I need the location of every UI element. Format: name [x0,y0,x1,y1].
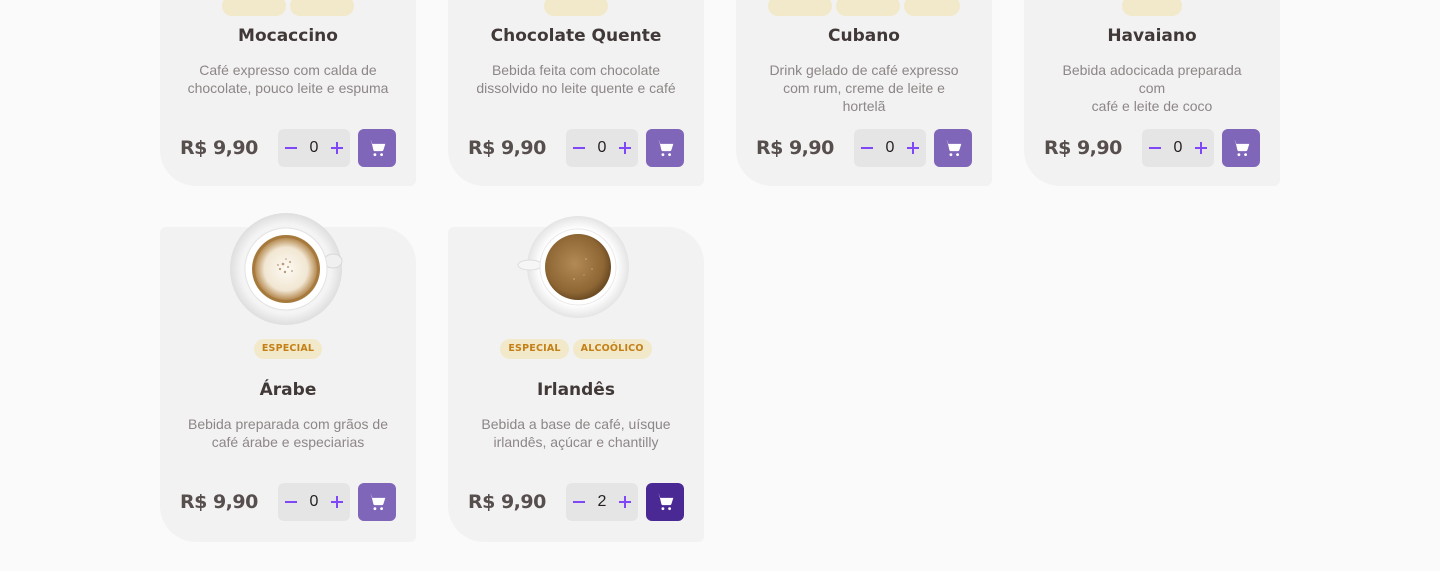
cart-icon [1232,140,1250,157]
product-price: R$ 9,90 [180,137,258,159]
product-description: Bebida adocicada preparada com café e lei… [1062,62,1242,114]
product-card-havaiano: Havaiano Bebida adocicada preparada com c… [1024,0,1280,186]
product-name: Chocolate Quente [490,26,662,46]
product-tag [222,0,286,16]
quantity-value: 0 [597,139,607,156]
product-description: Café expresso com calda de chocolate, pou… [187,62,389,96]
plus-icon[interactable] [618,495,632,509]
product-tag: ALCOÓLICO [572,339,652,359]
product-name: Árabe [259,380,317,400]
product-card-arabe: ESPECIAL Árabe Bebida preparada com grão… [160,213,416,542]
minus-icon[interactable] [860,141,874,155]
quantity-value: 0 [885,139,895,156]
product-tag: ESPECIAL [500,339,569,359]
product-tags [448,0,704,16]
quantity-stepper: 0 [566,129,638,167]
product-description: Bebida feita com chocolate dissolvido no … [476,62,676,96]
cart-icon [656,494,674,511]
cart-icon [368,494,386,511]
product-name: Mocaccino [238,26,338,46]
product-name: Havaiano [1107,26,1197,46]
product-description: Drink gelado de café expresso com rum, cr… [769,62,959,114]
plus-icon[interactable] [330,495,344,509]
product-tag [768,0,832,16]
product-card-cubano: Cubano Drink gelado de café expresso com … [736,0,992,186]
product-price: R$ 9,90 [468,491,546,513]
product-card-irlandes: ESPECIAL ALCOÓLICO Irlandês Bebida a bas… [448,216,704,542]
product-name: Cubano [827,26,900,46]
plus-icon[interactable] [906,141,920,155]
add-to-cart-button[interactable] [358,129,396,167]
quantity-stepper: 0 [278,129,350,167]
minus-icon[interactable] [1148,141,1162,155]
product-name: Irlandês [537,380,615,400]
minus-icon[interactable] [284,141,298,155]
quantity-stepper: 0 [278,483,350,521]
plus-icon[interactable] [1194,141,1208,155]
product-tag [836,0,900,16]
product-card-mocaccino: Mocaccino Café expresso com calda de choc… [160,0,416,186]
product-tag [544,0,608,16]
plus-icon[interactable] [618,141,632,155]
quantity-value: 0 [309,139,319,156]
cart-icon [944,140,962,157]
quantity-stepper: 0 [1142,129,1214,167]
cart-icon [368,140,386,157]
coffee-cup-image [517,216,629,318]
add-to-cart-button[interactable] [934,129,972,167]
product-tag [290,0,354,16]
product-tag [904,0,960,16]
coffee-cup-image [230,213,343,325]
product-tags [736,0,992,16]
minus-icon[interactable] [284,495,298,509]
product-price: R$ 9,90 [756,137,834,159]
product-price: R$ 9,90 [1044,137,1122,159]
product-description: Bebida a base de café, uísque irlandês, a… [481,416,671,450]
product-tags [1024,0,1280,16]
product-price: R$ 9,90 [468,137,546,159]
quantity-value: 2 [597,493,607,510]
product-tag: ESPECIAL [253,339,323,359]
quantity-stepper: 0 [854,129,926,167]
product-price: R$ 9,90 [180,491,258,513]
plus-icon[interactable] [330,141,344,155]
add-to-cart-button[interactable] [1222,129,1260,167]
quantity-stepper: 2 [566,483,638,521]
minus-icon[interactable] [572,495,586,509]
product-tag [1122,0,1182,16]
product-description: Bebida preparada com grãos de café árabe … [187,416,389,450]
add-to-cart-button[interactable] [646,129,684,167]
quantity-value: 0 [1173,139,1183,156]
product-tags [160,0,416,16]
product-card-chocolate-quente: Chocolate Quente Bebida feita com chocol… [448,0,704,186]
product-tags: ESPECIAL ALCOÓLICO [448,339,704,359]
add-to-cart-button[interactable] [358,483,396,521]
minus-icon[interactable] [572,141,586,155]
cart-icon [656,140,674,157]
product-tags: ESPECIAL [160,339,416,359]
quantity-value: 0 [309,493,319,510]
add-to-cart-button[interactable] [646,483,684,521]
